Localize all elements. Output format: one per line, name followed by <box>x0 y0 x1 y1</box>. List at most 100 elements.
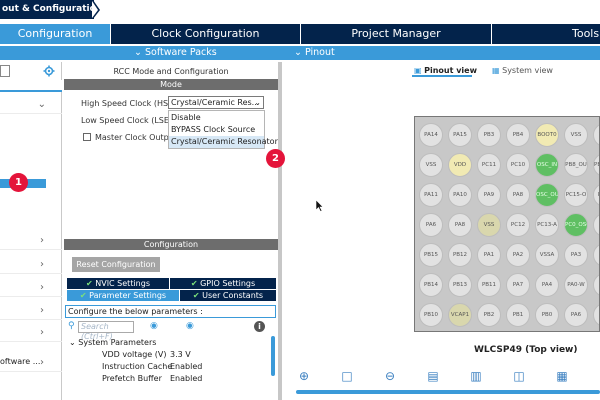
zoom-in-icon[interactable]: ⊕ <box>296 368 312 384</box>
tab-gpio-settings[interactable]: ✔ GPIO Settings <box>170 278 276 289</box>
pin-pad[interactable]: VDD <box>593 123 599 147</box>
gear-icon[interactable] <box>43 65 55 77</box>
pin-pad[interactable]: VSS <box>564 123 588 147</box>
breadcrumb-pinout-configuration[interactable]: out & Configuration <box>0 0 94 19</box>
pin-pad[interactable]: PB9_OUT <box>593 153 599 177</box>
pin-pad[interactable]: PB13 <box>448 273 472 297</box>
pin-pad[interactable]: VSSA <box>535 243 559 267</box>
pin-pad[interactable]: OSC_OUT <box>535 183 559 207</box>
search-icon[interactable]: ⚲ <box>68 321 75 331</box>
pin-pad[interactable]: PC12 <box>506 213 530 237</box>
fit-icon[interactable]: □ <box>339 368 355 384</box>
param-icache-value[interactable]: Enabled <box>170 362 202 371</box>
option-bypass-clock-source[interactable]: BYPASS Clock Source <box>169 124 264 136</box>
tab-tools[interactable]: Tools <box>492 24 600 44</box>
param-vdd-value[interactable]: 3.3 V <box>170 350 191 359</box>
pin-pad[interactable]: OSC_IN <box>535 153 559 177</box>
pin-pad[interactable]: PC13-A <box>535 213 559 237</box>
pin-pad[interactable]: PA8 <box>506 183 530 207</box>
pin-pad[interactable]: PB11 <box>477 273 501 297</box>
pin-pad[interactable]: PB3 <box>477 123 501 147</box>
hse-label: High Speed Clock (HSE) <box>81 99 177 108</box>
category-row-computing[interactable]: › <box>0 326 62 342</box>
pin-pad[interactable]: PA7 <box>506 273 530 297</box>
pin-pad[interactable]: VDD <box>448 153 472 177</box>
pin-pad[interactable]: PC10 <box>506 153 530 177</box>
horizontal-scrollbar[interactable] <box>296 390 600 394</box>
category-row-connectivity[interactable]: › <box>0 281 62 297</box>
pin-pad[interactable]: PC14 <box>593 183 599 207</box>
mco-checkbox[interactable] <box>83 133 91 141</box>
pin-pad[interactable]: PA5 <box>593 273 599 297</box>
pin-pad[interactable]: PA8 <box>448 213 472 237</box>
category-tab-bar[interactable] <box>0 80 62 92</box>
pin-pad[interactable]: PA4 <box>535 273 559 297</box>
info-icon[interactable]: i <box>254 321 265 332</box>
pin-pad[interactable]: PA9 <box>477 183 501 207</box>
reset-configuration-button[interactable]: Reset Configuration <box>72 257 160 272</box>
zoom-out-icon[interactable]: ⊖ <box>382 368 398 384</box>
chevron-right-icon: › <box>40 282 44 293</box>
pin-pad[interactable]: PC1 <box>593 213 599 237</box>
pin-pad[interactable]: PB12 <box>448 243 472 267</box>
option-disable[interactable]: Disable <box>169 112 264 124</box>
pin-pad[interactable]: PC11 <box>477 153 501 177</box>
pin-pad[interactable]: PA3 <box>564 243 588 267</box>
tab-user-constants[interactable]: ✔ User Constants <box>180 290 276 301</box>
pin-pad[interactable]: VSS <box>477 213 501 237</box>
hse-select[interactable]: Crystal/Ceramic Res... ⌄ <box>168 96 264 109</box>
pin-pad[interactable]: PA11 <box>419 183 443 207</box>
category-row-middleware[interactable]: oftware ... › <box>0 356 62 372</box>
pin-pad[interactable]: PB2 <box>477 303 501 327</box>
pin-pad[interactable]: PB4 <box>506 123 530 147</box>
collapse-all-icon[interactable]: ◉ <box>186 321 194 331</box>
category-row-multimedia[interactable]: › <box>0 304 62 320</box>
tab-project-manager[interactable]: Project Manager <box>301 24 491 44</box>
pin-pad[interactable]: PA7 <box>593 303 599 327</box>
expand-all-icon[interactable]: ◉ <box>150 321 158 331</box>
tab-parameter-settings[interactable]: ✔ Parameter Settings <box>67 290 179 301</box>
rotate-icon[interactable]: ▥ <box>468 368 484 384</box>
search-input[interactable]: Search (Ctrl+F) <box>78 321 134 341</box>
pin-pad[interactable]: BOOT0 <box>535 123 559 147</box>
pin-pad[interactable]: PC0_OSC <box>564 213 588 237</box>
export-icon[interactable]: ▤ <box>425 368 441 384</box>
pin-pad[interactable]: PA0-W <box>564 273 588 297</box>
pin-pad[interactable]: PA2 <box>506 243 530 267</box>
pin-pad[interactable]: PB10 <box>419 303 443 327</box>
pin-pad[interactable]: VSS <box>419 153 443 177</box>
params-scrollbar[interactable] <box>271 336 275 376</box>
tab-system-view[interactable]: ▦ System view <box>492 66 553 75</box>
pin-pad[interactable]: PA14 <box>419 123 443 147</box>
option-crystal-ceramic-resonator[interactable]: Crystal/Ceramic Resonator <box>169 136 278 148</box>
pin-pad[interactable]: PB1 <box>506 303 530 327</box>
pin-pad[interactable]: PA0 <box>593 243 599 267</box>
pinout-menu[interactable]: ⌄ Pinout <box>294 46 335 60</box>
pin-pad[interactable]: VCAP1 <box>448 303 472 327</box>
pin-pad[interactable]: PB14 <box>419 273 443 297</box>
pin-pad[interactable]: PA6 <box>419 213 443 237</box>
category-row-system-core[interactable]: ⌄ <box>0 98 62 114</box>
pin-pad[interactable]: PA15 <box>448 123 472 147</box>
category-row-analog[interactable]: › <box>0 234 62 250</box>
tab-pinout-view[interactable]: ▣ Pinout view <box>414 66 477 75</box>
system-parameters-group[interactable]: ⌄ System Parameters <box>69 338 156 347</box>
pin-pad[interactable]: PB15 <box>419 243 443 267</box>
pin-pad[interactable]: PA1 <box>477 243 501 267</box>
pin-pad[interactable]: PB8_OU <box>564 153 588 177</box>
software-packs-menu[interactable]: ⌄ Software Packs <box>134 46 217 60</box>
tab-clock-configuration[interactable]: Clock Configuration <box>111 24 300 44</box>
pin-pad[interactable]: PC15-O <box>564 183 588 207</box>
pin-pad[interactable]: PA10 <box>448 183 472 207</box>
split-icon[interactable]: ◫ <box>511 368 527 384</box>
tab-nvic-settings[interactable]: ✔ NVIC Settings <box>67 278 169 289</box>
tab-pinout-configuration[interactable]: Configuration <box>0 24 110 44</box>
columns-icon[interactable]: ▦ <box>554 368 570 384</box>
param-prefetch-value[interactable]: Enabled <box>170 374 202 383</box>
pin-pad[interactable]: PB0 <box>535 303 559 327</box>
hse-dropdown-list: Disable BYPASS Clock Source Crystal/Cera… <box>168 110 278 149</box>
category-row-timers[interactable]: › <box>0 258 62 274</box>
check-circle-icon: ✔ <box>79 291 87 300</box>
pin-pad[interactable]: PA6 <box>564 303 588 327</box>
category-filter-combo[interactable] <box>0 65 10 77</box>
